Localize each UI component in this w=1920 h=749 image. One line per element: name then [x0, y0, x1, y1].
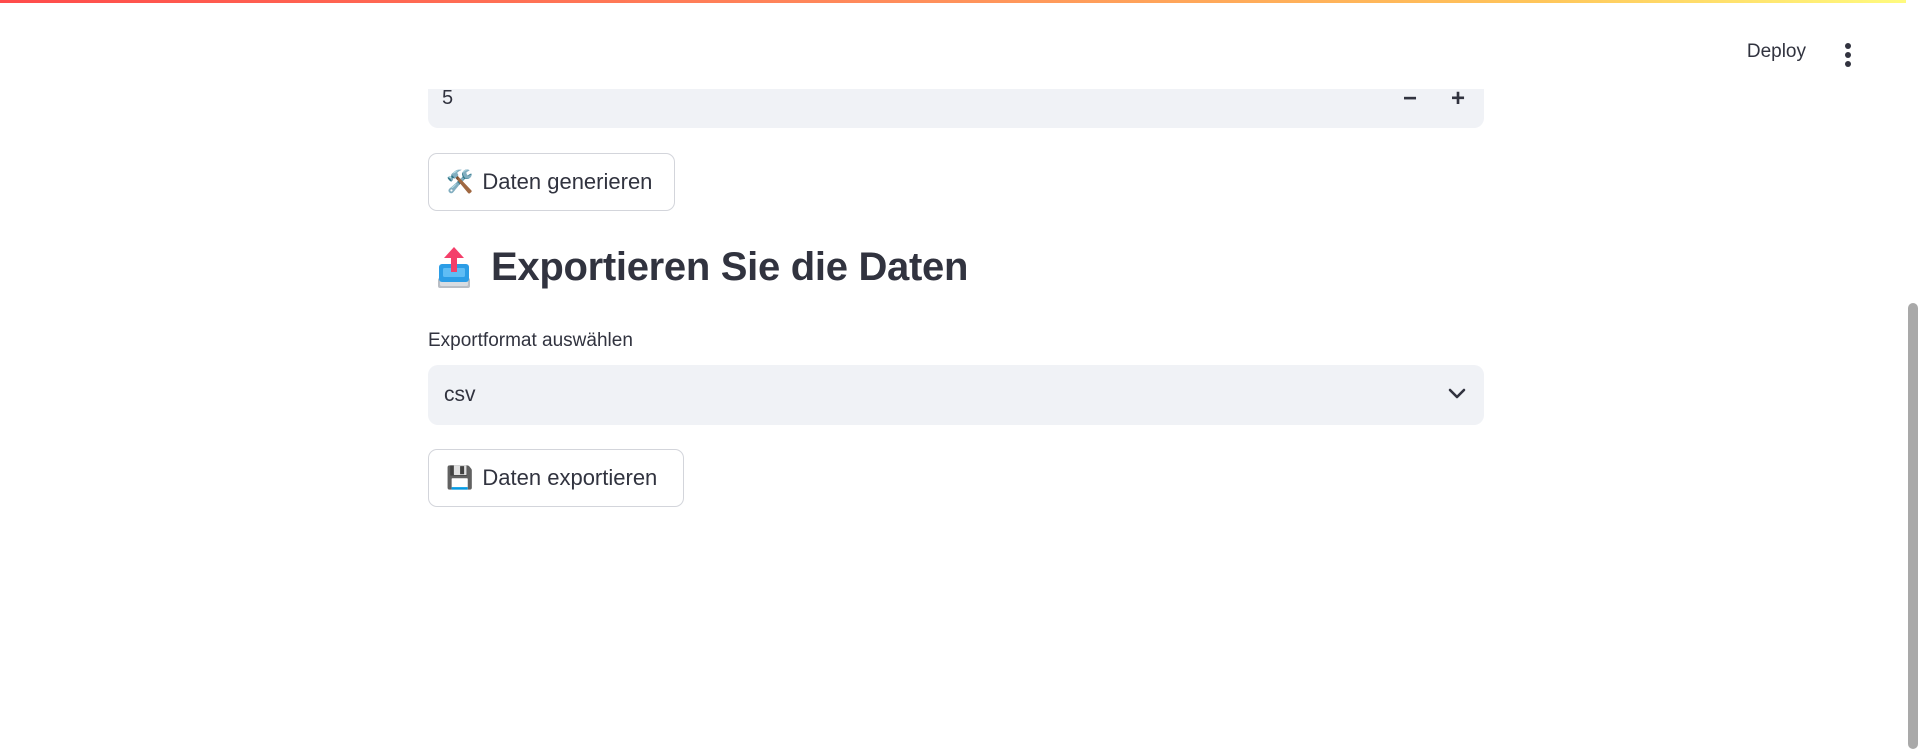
outbox-tray-icon [438, 246, 470, 288]
deploy-button[interactable]: Deploy [1747, 41, 1806, 63]
menu-dot [1845, 43, 1851, 49]
app-header: Deploy [0, 3, 1900, 89]
menu-dot [1845, 52, 1851, 58]
export-data-label: Daten exportieren [482, 465, 658, 490]
more-vertical-icon[interactable] [1838, 41, 1858, 69]
main-content: 5 − + 🛠️ Daten generieren Exportieren Si… [428, 0, 1484, 749]
export-heading: Exportieren Sie die Daten [436, 245, 968, 290]
chevron-down-icon[interactable] [1448, 387, 1466, 401]
number-input-value[interactable]: 5 [442, 87, 453, 110]
generate-data-label: Daten generieren [482, 169, 653, 194]
export-format-label: Exportformat auswählen [428, 330, 633, 351]
menu-dot [1845, 61, 1851, 67]
generate-data-button[interactable]: 🛠️ Daten generieren [428, 153, 675, 211]
export-format-value: csv [444, 383, 476, 406]
export-data-button[interactable]: 💾 Daten exportieren [428, 449, 684, 507]
scrollbar-thumb[interactable] [1908, 303, 1918, 749]
export-format-select[interactable]: csv [428, 365, 1484, 425]
tools-icon: 🛠️ [446, 169, 474, 194]
floppy-disk-icon: 💾 [446, 465, 474, 490]
scrollbar-track[interactable] [1906, 0, 1920, 749]
export-title: Exportieren Sie die Daten [491, 245, 969, 289]
